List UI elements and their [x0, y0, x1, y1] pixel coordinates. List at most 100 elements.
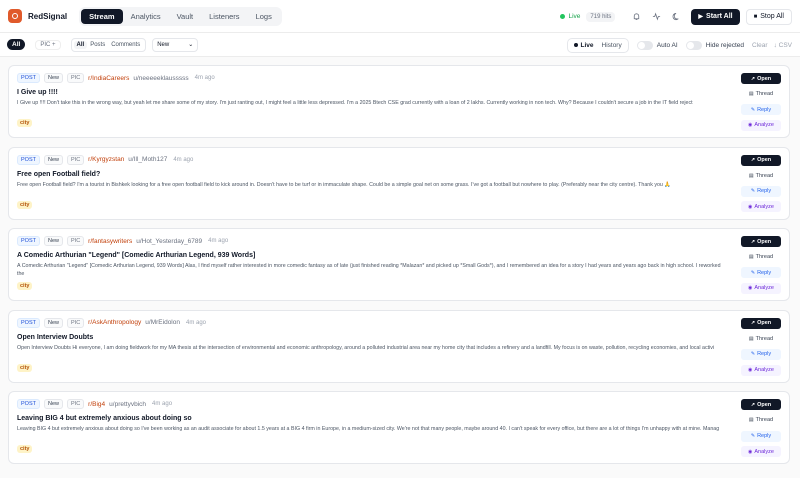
mode-live[interactable]: Live — [570, 41, 597, 50]
type-filter: All Posts Comments — [70, 37, 147, 52]
open-label: Open — [757, 157, 772, 164]
tab-analytics[interactable]: Analytics — [123, 9, 169, 24]
clear-button[interactable]: Clear — [752, 42, 768, 49]
activity-icon[interactable] — [649, 10, 663, 24]
subreddit-link[interactable]: r/Big4 — [88, 401, 105, 408]
analyze-button[interactable]: ◉ Analyze — [741, 364, 781, 376]
hits-counter: 719 hits — [586, 11, 616, 22]
reply-label: Reply — [757, 269, 772, 276]
post-title: Open Interview Doubts — [17, 333, 94, 341]
chevron-down-icon: ⌄ — [188, 42, 194, 48]
filter-all-pill[interactable]: All — [7, 39, 26, 50]
pic-filter[interactable]: PIC + — [35, 39, 61, 50]
robot-icon: ◉ — [748, 203, 753, 210]
csv-export-button[interactable]: ↓ CSV — [774, 42, 792, 49]
external-link-icon: ↗ — [750, 75, 756, 82]
main-nav: Stream Analytics Vault Listeners Logs — [79, 6, 282, 26]
post-title: Leaving BIG 4 but extremely anxious abou… — [17, 415, 192, 423]
pencil-icon: ✎ — [750, 269, 756, 276]
logo-mark-icon — [12, 13, 18, 19]
open-button[interactable]: ↗ Open — [741, 236, 781, 248]
plus-icon: + — [52, 41, 56, 48]
tab-listeners[interactable]: Listeners — [201, 9, 247, 24]
reply-button[interactable]: ✎ Reply — [741, 430, 781, 442]
subreddit-link[interactable]: r/fantasywriters — [88, 238, 132, 245]
author-link[interactable]: u/MrEidolon — [145, 319, 180, 326]
type-badge: POST — [17, 399, 40, 410]
pic-badge: PIC — [67, 236, 85, 247]
thread-icon: ▤ — [748, 254, 754, 261]
state-badge: New — [43, 399, 63, 410]
tab-vault[interactable]: Vault — [169, 9, 202, 24]
analyze-button[interactable]: ◉ Analyze — [741, 282, 781, 294]
pic-badge: PIC — [67, 399, 85, 410]
top-controls: Live 719 hits ▶ Start All ■ Stop All — [560, 0, 792, 33]
subreddit-link[interactable]: r/IndiaCareers — [88, 75, 129, 82]
keyword-badge: city — [17, 445, 33, 454]
stop-icon: ■ — [753, 13, 758, 20]
reply-button[interactable]: ✎ Reply — [741, 267, 781, 279]
type-posts[interactable]: Posts — [87, 41, 108, 49]
type-badge: POST — [17, 73, 40, 83]
robot-icon: ◉ — [748, 122, 753, 129]
open-label: Open — [757, 320, 772, 327]
filter-bar: All PIC + All Posts Comments New ⌄ Live … — [0, 33, 800, 57]
robot-icon: ◉ — [748, 448, 753, 455]
open-button[interactable]: ↗ Open — [741, 73, 781, 84]
pencil-icon: ✎ — [750, 188, 756, 195]
top-bar: RedSignal Stream Analytics Vault Listene… — [0, 0, 800, 33]
moon-icon[interactable] — [669, 10, 683, 24]
author-link[interactable]: u/Hot_Yesterday_6789 — [136, 238, 202, 245]
reply-button[interactable]: ✎ Reply — [741, 104, 781, 116]
start-all-button[interactable]: ▶ Start All — [691, 8, 740, 25]
auto-ai-toggle[interactable] — [636, 40, 653, 50]
thread-button[interactable]: ▤ Thread — [741, 415, 781, 426]
hide-rejected-label: Hide rejected — [705, 41, 745, 49]
thread-icon: ▤ — [748, 91, 754, 98]
timestamp: 4m ago — [173, 156, 194, 163]
analyze-button[interactable]: ◉ Analyze — [741, 201, 781, 213]
open-button[interactable]: ↗ Open — [741, 317, 781, 329]
thread-label: Thread — [755, 91, 774, 98]
post-title: Free open Football field? — [17, 170, 101, 178]
subreddit-link[interactable]: r/AskAnthropology — [88, 319, 141, 326]
open-button[interactable]: ↗ Open — [741, 399, 781, 411]
post-actions: ↗ Open ▤ Thread ✎ Reply ◉ Analyze — [741, 317, 781, 376]
live-status: Live — [568, 13, 581, 20]
thread-button[interactable]: ▤ Thread — [741, 252, 781, 263]
reply-label: Reply — [757, 188, 772, 195]
author-link[interactable]: u/Ill_Moth127 — [128, 156, 167, 163]
analyze-button[interactable]: ◉ Analyze — [741, 119, 781, 131]
author-link[interactable]: u/prettyvbich — [109, 401, 146, 408]
state-badge: New — [43, 317, 63, 328]
type-badge: POST — [17, 236, 40, 247]
thread-button[interactable]: ▤ Thread — [741, 170, 781, 181]
external-link-icon: ↗ — [750, 238, 756, 245]
thread-button[interactable]: ▤ Thread — [741, 333, 781, 344]
timestamp: 4m ago — [194, 75, 215, 81]
reply-button[interactable]: ✎ Reply — [741, 185, 781, 197]
tab-stream[interactable]: Stream — [81, 8, 123, 24]
stop-all-button[interactable]: ■ Stop All — [745, 8, 792, 25]
type-all[interactable]: All — [73, 40, 88, 49]
post-actions: ↗ Open ▤ Thread ✎ Reply ◉ Analyze — [741, 154, 781, 213]
post-body: I Give up !!!! Don't take this in the wr… — [17, 100, 693, 106]
open-button[interactable]: ↗ Open — [741, 154, 781, 166]
hide-rejected-toggle[interactable] — [685, 40, 702, 50]
robot-icon: ◉ — [748, 285, 753, 292]
subreddit-link[interactable]: r/Kyrgyzstan — [88, 156, 124, 163]
thread-icon: ▤ — [748, 172, 754, 179]
bell-icon[interactable] — [629, 10, 643, 24]
mode-history[interactable]: History — [598, 41, 626, 50]
type-comments[interactable]: Comments — [108, 41, 143, 49]
thread-button[interactable]: ▤ Thread — [741, 89, 781, 100]
sort-select[interactable]: New ⌄ — [152, 37, 199, 52]
tab-logs[interactable]: Logs — [248, 9, 280, 24]
keyword-badge: city — [17, 119, 33, 127]
reply-button[interactable]: ✎ Reply — [741, 348, 781, 360]
pic-filter-label: PIC — [40, 41, 51, 48]
analyze-button[interactable]: ◉ Analyze — [741, 446, 781, 458]
author-link[interactable]: u/neeeeeklausssss — [133, 75, 188, 82]
timestamp: 4m ago — [208, 238, 229, 245]
post-body: Leaving BIG 4 but extremely anxious abou… — [17, 426, 720, 433]
